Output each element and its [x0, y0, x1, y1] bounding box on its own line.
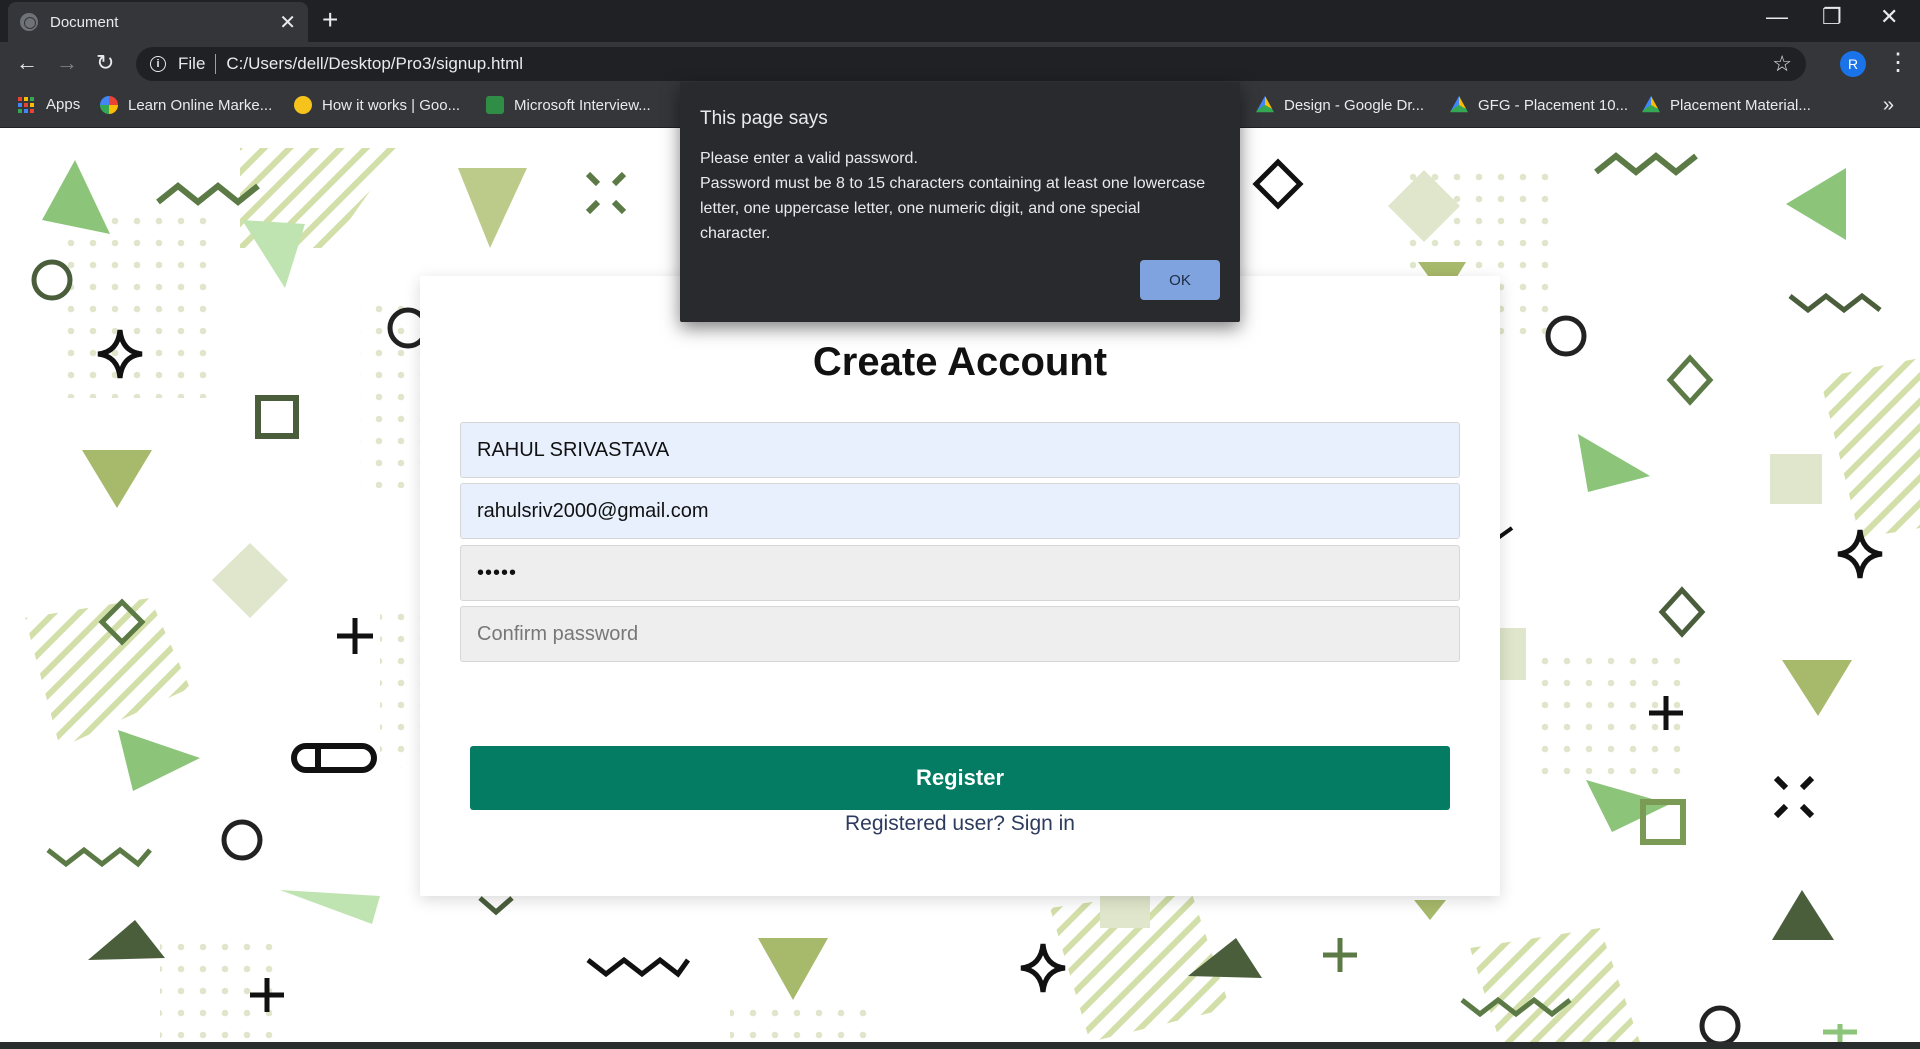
email-field[interactable] [460, 483, 1460, 539]
bookmark-apps[interactable]: Apps [18, 96, 80, 113]
minimize-button[interactable]: — [1766, 4, 1788, 30]
dialog-message: Please enter a valid password. Password … [700, 146, 1220, 246]
sun-icon [294, 96, 312, 114]
scheme-label: File [178, 54, 206, 73]
dialog-title: This page says [700, 108, 828, 129]
drive-icon [1256, 96, 1274, 113]
tab-document[interactable]: Document ✕ [8, 2, 308, 42]
bookmark-label: Learn Online Marke... [128, 96, 273, 114]
dialog-message-line: character. [700, 225, 771, 242]
forward-arrow-icon[interactable]: → [56, 50, 78, 76]
bookmark-label: Placement Material... [1670, 96, 1811, 114]
signin-link[interactable]: Sign in [1011, 812, 1075, 835]
tab-title: Document [50, 13, 119, 31]
page-title: Create Account [812, 340, 1108, 384]
bookmark-label: How it works | Goo... [322, 96, 461, 114]
drive-icon [1642, 96, 1660, 113]
password-field[interactable]: ••••• [460, 545, 1460, 601]
tab-strip: Document ✕ + — ❐ ✕ [0, 0, 1920, 42]
dialog-message-line: letter, one uppercase letter, one numeri… [700, 200, 1141, 217]
info-icon[interactable]: i [150, 56, 166, 72]
globe-icon [20, 13, 38, 31]
dialog-message-line: Password must be 8 to 15 characters cont… [700, 175, 1206, 192]
taskbar-edge [0, 1042, 1920, 1049]
address-bar[interactable]: i File C:/Users/dell/Desktop/Pro3/signup… [136, 47, 1806, 81]
close-window-button[interactable]: ✕ [1880, 4, 1898, 30]
back-arrow-icon[interactable]: ← [16, 50, 38, 76]
bookmark-label: Apps [46, 96, 81, 113]
drive-icon [1450, 96, 1468, 113]
menu-kebab-icon[interactable]: ⋮ [1886, 49, 1910, 77]
address-separator [215, 54, 217, 74]
bookmark-gfg-placement[interactable]: GFG - Placement 10... [1450, 96, 1628, 114]
confirm-password-field[interactable] [460, 606, 1460, 662]
restore-button[interactable]: ❐ [1822, 4, 1842, 30]
signup-card: Create Account ••••• Register Registered… [420, 276, 1500, 896]
bookmark-label: GFG - Placement 10... [1478, 96, 1629, 114]
signin-prompt: Registered user? Sign in [420, 812, 1500, 836]
apps-grid-icon [18, 96, 34, 113]
tab-close-icon[interactable]: ✕ [279, 10, 296, 35]
bookmark-microsoft-interview[interactable]: Microsoft Interview... [486, 96, 651, 114]
ok-button[interactable]: OK [1140, 260, 1220, 300]
name-field[interactable] [460, 422, 1460, 478]
dialog-message-line: Please enter a valid password. [700, 150, 918, 167]
reload-icon[interactable]: ↻ [96, 50, 114, 76]
bookmark-placement-material[interactable]: Placement Material... [1642, 96, 1811, 114]
browser-toolbar: ← → ↻ i File C:/Users/dell/Desktop/Pro3/… [0, 42, 1920, 86]
url-text[interactable]: C:/Users/dell/Desktop/Pro3/signup.html [226, 54, 1772, 74]
new-tab-button[interactable]: + [322, 6, 338, 34]
bookmark-how-it-works[interactable]: How it works | Goo... [294, 96, 460, 114]
bookmark-label: Microsoft Interview... [514, 96, 651, 114]
profile-avatar[interactable]: R [1840, 51, 1866, 77]
more-bookmarks-icon[interactable]: » [1883, 94, 1894, 117]
google-icon [100, 96, 118, 114]
gfg-icon [486, 96, 504, 114]
bookmark-label: Design - Google Dr... [1284, 96, 1425, 114]
bookmark-design-drive[interactable]: Design - Google Dr... [1256, 96, 1424, 114]
bookmark-learn-online[interactable]: Learn Online Marke... [100, 96, 272, 114]
alert-dialog: This page says Please enter a valid pass… [680, 82, 1240, 322]
star-icon[interactable]: ☆ [1772, 51, 1792, 77]
signin-prefix: Registered user? [845, 812, 1011, 835]
register-button[interactable]: Register [470, 746, 1450, 810]
